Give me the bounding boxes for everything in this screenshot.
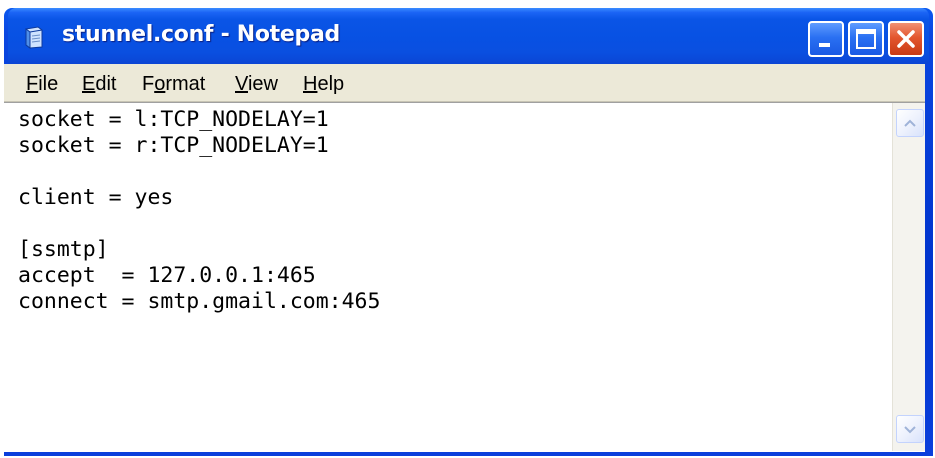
scroll-up-button[interactable] <box>896 109 924 137</box>
editor-area[interactable]: socket = l:TCP_NODELAY=1 socket = r:TCP_… <box>4 102 925 452</box>
scroll-up-icon <box>904 119 916 127</box>
menu-help[interactable]: Help <box>303 73 344 96</box>
menu-view[interactable]: View <box>235 73 278 96</box>
notepad-icon <box>25 26 43 49</box>
menu-format[interactable]: Format <box>142 73 205 96</box>
menu-file[interactable]: File <box>26 73 58 96</box>
close-icon <box>897 30 915 48</box>
menu-bar: File Edit Format View Help <box>4 64 925 102</box>
minimize-icon <box>819 43 830 47</box>
title-bar[interactable]: stunnel.conf - Notepad <box>8 8 929 64</box>
maximize-button[interactable] <box>848 21 884 57</box>
text-content[interactable]: socket = l:TCP_NODELAY=1 socket = r:TCP_… <box>18 107 888 315</box>
maximize-icon <box>856 29 876 49</box>
window-title: stunnel.conf - Notepad <box>62 22 340 47</box>
vertical-scrollbar[interactable] <box>892 103 925 451</box>
scroll-down-icon <box>904 426 916 434</box>
scroll-down-button[interactable] <box>896 415 924 443</box>
menu-edit[interactable]: Edit <box>82 73 116 96</box>
minimize-button[interactable] <box>808 21 844 57</box>
close-button[interactable] <box>888 21 924 57</box>
